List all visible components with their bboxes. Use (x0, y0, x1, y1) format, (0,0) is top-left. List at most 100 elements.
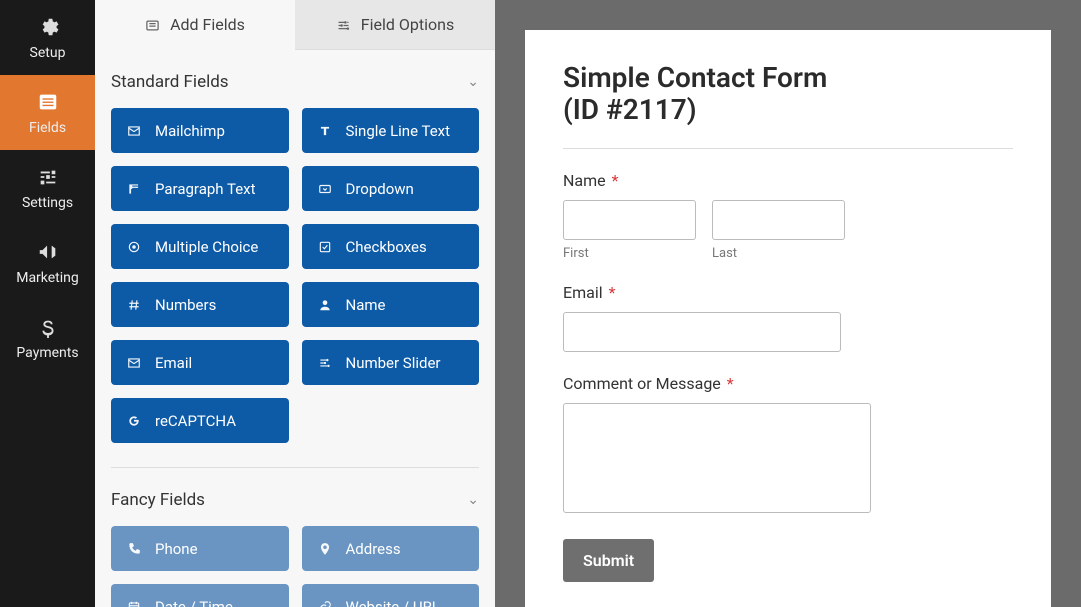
chevron-down-icon: ⌄ (467, 492, 479, 508)
field-type-address[interactable]: Address (302, 526, 480, 571)
field-type-label: Single Line Text (346, 122, 451, 140)
last-sublabel: Last (712, 246, 845, 261)
field-type-label: Mailchimp (155, 122, 225, 140)
nav-settings-label: Settings (22, 195, 73, 211)
field-type-label: Date / Time (155, 598, 233, 607)
hash-icon (125, 297, 143, 313)
section-standard-label: Standard Fields (111, 72, 229, 92)
form-preview: Simple Contact Form (ID #2117) Name * Fi… (525, 30, 1051, 607)
nav-marketing[interactable]: Marketing (0, 225, 95, 300)
tab-field-options-label: Field Options (361, 15, 454, 34)
field-type-label: Number Slider (346, 354, 441, 372)
field-comment[interactable]: Comment or Message * (563, 374, 1013, 517)
section-fancy-head[interactable]: Fancy Fields ⌄ (111, 468, 479, 526)
cal-icon (125, 599, 143, 607)
field-type-recaptcha[interactable]: reCAPTCHA (111, 398, 289, 443)
form-title: Simple Contact Form (ID #2117) (563, 62, 1013, 126)
panel-tabs: Add Fields Field Options (95, 0, 495, 50)
envelope-icon (125, 123, 143, 139)
form-id-line: (ID #2117) (563, 94, 1013, 126)
sliders-icon (37, 164, 59, 189)
nav-payments-label: Payments (16, 345, 78, 361)
nav-payments[interactable]: Payments (0, 300, 95, 375)
sliders-icon (316, 355, 334, 371)
nav-marketing-label: Marketing (16, 270, 79, 286)
last-name-input[interactable] (712, 200, 845, 240)
field-type-paragraph-text[interactable]: Paragraph Text (111, 166, 289, 211)
dollar-icon (37, 314, 59, 339)
field-type-date-time[interactable]: Date / Time (111, 584, 289, 607)
section-standard-head[interactable]: Standard Fields ⌄ (111, 50, 479, 108)
required-asterisk: * (612, 171, 619, 190)
radio-icon (125, 239, 143, 255)
field-type-label: Address (346, 540, 401, 558)
field-type-label: Email (155, 354, 192, 372)
name-label: Name * (563, 171, 1013, 190)
add-fields-icon (145, 16, 160, 34)
list-icon (37, 89, 59, 114)
field-type-email[interactable]: Email (111, 340, 289, 385)
field-options-icon (336, 16, 351, 34)
field-type-label: Multiple Choice (155, 238, 258, 256)
tab-add-fields-label: Add Fields (170, 15, 245, 34)
nav-setup[interactable]: Setup (0, 0, 95, 75)
email-label: Email * (563, 283, 1013, 302)
dropdown-icon (316, 181, 334, 197)
standard-fields-grid: Mailchimp Single Line Text Paragraph Text D… (111, 108, 479, 443)
field-type-dropdown[interactable]: Dropdown (302, 166, 480, 211)
field-type-single-line-text[interactable]: Single Line Text (302, 108, 480, 153)
chevron-down-icon: ⌄ (467, 74, 479, 90)
comment-textarea[interactable] (563, 403, 871, 513)
para-icon (125, 181, 143, 197)
fancy-fields-grid: Phone Address Date / Time Website / URL (111, 526, 479, 607)
field-type-label: Dropdown (346, 180, 414, 198)
phone-icon (125, 541, 143, 557)
field-type-label: Checkboxes (346, 238, 427, 256)
comment-label: Comment or Message * (563, 374, 1013, 393)
field-type-label: reCAPTCHA (155, 412, 236, 430)
field-type-label: Paragraph Text (155, 180, 256, 198)
title-divider (563, 148, 1013, 149)
text-icon (316, 123, 334, 139)
field-type-name[interactable]: Name (302, 282, 480, 327)
tab-add-fields[interactable]: Add Fields (95, 0, 295, 50)
nav-rail: Setup Fields Settings Marketing Payments (0, 0, 95, 607)
tab-field-options[interactable]: Field Options (295, 0, 495, 50)
field-type-label: Name (346, 296, 386, 314)
field-type-multiple-choice[interactable]: Multiple Choice (111, 224, 289, 269)
nav-setup-label: Setup (30, 45, 66, 61)
envelope-icon (125, 355, 143, 371)
user-icon (316, 297, 334, 313)
g-icon (125, 413, 143, 429)
pin-icon (316, 541, 334, 557)
field-email[interactable]: Email * (563, 283, 1013, 352)
field-name[interactable]: Name * First Last (563, 171, 1013, 261)
required-asterisk: * (727, 374, 734, 393)
form-title-text: Simple Contact Form (563, 61, 827, 94)
first-name-input[interactable] (563, 200, 696, 240)
bullhorn-icon (37, 239, 59, 264)
field-type-phone[interactable]: Phone (111, 526, 289, 571)
link-icon (316, 599, 334, 607)
field-type-label: Numbers (155, 296, 216, 314)
field-type-numbers[interactable]: Numbers (111, 282, 289, 327)
nav-fields-label: Fields (29, 120, 66, 136)
check-icon (316, 239, 334, 255)
field-type-checkboxes[interactable]: Checkboxes (302, 224, 480, 269)
field-type-mailchimp[interactable]: Mailchimp (111, 108, 289, 153)
field-type-label: Website / URL (346, 598, 440, 607)
gear-icon (37, 14, 59, 39)
fields-panel: Add Fields Field Options Standard Fields… (95, 0, 495, 607)
required-asterisk: * (609, 283, 616, 302)
submit-button[interactable]: Submit (563, 539, 654, 582)
section-fancy-label: Fancy Fields (111, 490, 205, 510)
preview-area: Simple Contact Form (ID #2117) Name * Fi… (495, 0, 1081, 607)
field-type-website-url[interactable]: Website / URL (302, 584, 480, 607)
field-type-number-slider[interactable]: Number Slider (302, 340, 480, 385)
first-sublabel: First (563, 246, 696, 261)
panel-body[interactable]: Standard Fields ⌄ Mailchimp Single Line T… (95, 50, 495, 607)
field-type-label: Phone (155, 540, 198, 558)
email-input[interactable] (563, 312, 841, 352)
nav-settings[interactable]: Settings (0, 150, 95, 225)
nav-fields[interactable]: Fields (0, 75, 95, 150)
